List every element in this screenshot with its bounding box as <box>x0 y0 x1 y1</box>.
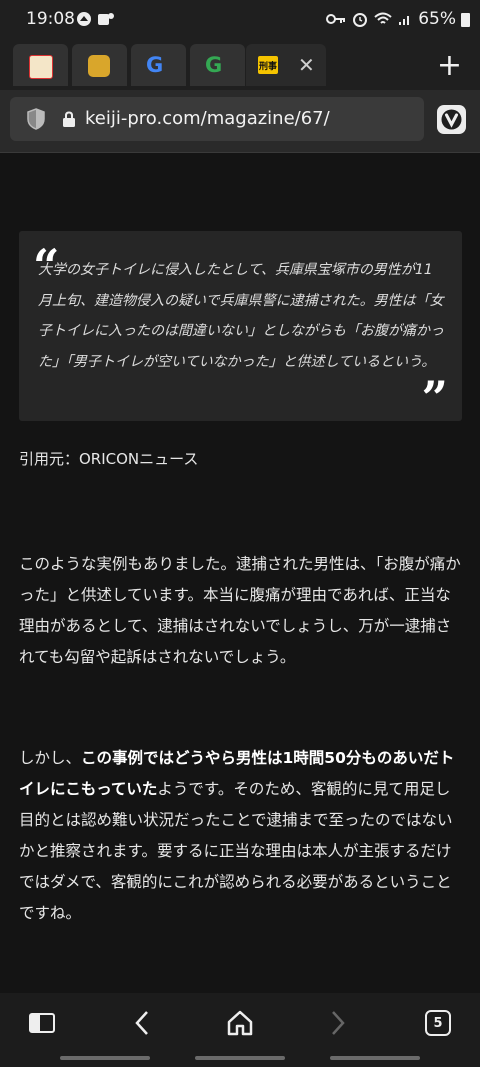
battery-icon <box>461 13 470 27</box>
signal-icon <box>399 16 409 25</box>
wifi-icon <box>374 12 392 24</box>
vivaldi-menu-button[interactable] <box>437 105 466 134</box>
paragraph-2-rest: ようです。そのため、客観的に見て用足し目的とは認め難い状況だったことで逮捕まで至… <box>19 780 453 922</box>
gesture-bar-left <box>60 1056 150 1060</box>
notification-icon <box>77 12 91 26</box>
close-quote-icon: ” <box>421 371 448 425</box>
system-icons <box>326 11 412 27</box>
panel-icon <box>29 1013 55 1033</box>
key-icon <box>326 14 345 24</box>
paragraph-2-intro: しかし、 <box>19 749 82 767</box>
tab-4[interactable]: G <box>190 44 245 86</box>
tab-active[interactable]: 刑事 ✕ <box>246 44 326 86</box>
teams-icon <box>98 13 114 25</box>
vivaldi-icon <box>441 109 462 130</box>
paragraph-2: しかし、この事例ではどうやら男性は1時間50分ものあいだトイレにこもっていたよう… <box>19 743 464 929</box>
url-text: keiji-pro.com/magazine/67/ <box>85 108 330 129</box>
tab-count-icon: 5 <box>425 1010 451 1036</box>
new-tab-button[interactable]: + <box>437 48 462 83</box>
tab-2[interactable] <box>72 44 127 86</box>
status-bar: 19:08 65% <box>0 0 480 40</box>
tab-count: 5 <box>433 1015 443 1031</box>
paragraph-1: このような実例もありました。逮捕された男性は、「お腹が痛かった」と供述しています… <box>19 555 461 666</box>
gesture-bar-right <box>330 1056 420 1060</box>
gesture-bar-center <box>195 1056 285 1060</box>
battery-level: 65% <box>418 9 456 29</box>
alarm-icon <box>353 13 367 27</box>
home-button[interactable] <box>218 1001 262 1045</box>
quote-text: 大学の女子トイレに侵入したとして、兵庫県宝塚市の男性が11月上旬、建造物侵入の疑… <box>38 262 444 370</box>
lock-icon <box>63 111 75 127</box>
tab-3[interactable]: G <box>131 44 186 86</box>
tab-switcher-button[interactable]: 5 <box>416 1001 460 1045</box>
forward-button[interactable] <box>316 1001 360 1045</box>
site-logo-yellow-icon <box>88 55 110 77</box>
tab-strip: G G 刑事 ✕ + <box>0 40 480 90</box>
status-time: 19:08 <box>26 9 75 29</box>
chevron-left-icon <box>135 1011 148 1035</box>
tab-1[interactable] <box>13 44 68 86</box>
address-bar[interactable]: keiji-pro.com/magazine/67/ <box>10 97 424 141</box>
site-logo-red-icon <box>29 55 53 79</box>
close-tab-icon[interactable]: ✕ <box>298 53 315 77</box>
notification-icons <box>76 11 115 27</box>
address-area: keiji-pro.com/magazine/67/ <box>0 90 480 153</box>
blockquote: “ 大学の女子トイレに侵入したとして、兵庫県宝塚市の男性が11月上旬、建造物侵入… <box>19 231 462 425</box>
keiji-logo-icon: 刑事 <box>258 56 278 74</box>
google-icon: G <box>146 53 164 77</box>
back-button[interactable] <box>120 1001 164 1045</box>
google-icon: G <box>205 53 223 77</box>
shield-icon[interactable] <box>26 108 46 130</box>
citation-source: 引用元：ORICONニュース <box>19 450 199 468</box>
chevron-right-icon <box>332 1011 345 1035</box>
home-icon <box>227 1010 253 1036</box>
panel-toggle-button[interactable] <box>20 1001 64 1045</box>
